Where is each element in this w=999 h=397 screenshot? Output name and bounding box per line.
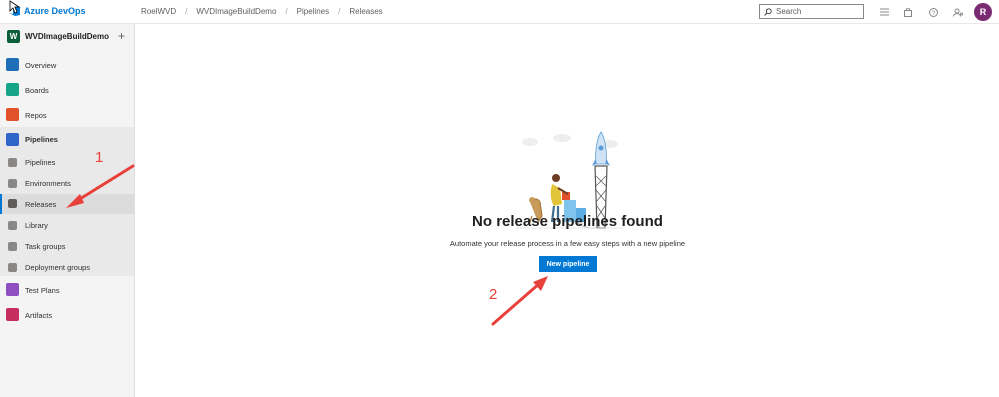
artifacts-icon [6,308,19,321]
selected-indicator [0,194,2,214]
sidebar-subitem-pipelines[interactable]: Pipelines [0,154,134,171]
project-header[interactable]: W WVDImageBuildDemo + [0,24,134,50]
breadcrumb-project[interactable]: WVDImageBuildDemo [196,7,276,16]
sidebar-item-overview[interactable]: Overview [0,56,134,74]
sidebar-item-label: Repos [25,110,47,120]
test-plans-icon [6,283,19,296]
pipelines-icon [6,133,19,146]
list-icon[interactable] [877,5,891,19]
sidebar-item-label: Overview [25,60,57,70]
breadcrumb-pipelines[interactable]: Pipelines [297,7,329,16]
deployment-groups-icon [8,263,17,272]
avatar[interactable]: R [974,3,992,21]
sidebar-item-pipelines[interactable]: Pipelines [0,130,134,149]
search-input[interactable] [776,7,856,16]
user-settings-icon[interactable] [951,5,965,19]
project-name: WVDImageBuildDemo [25,32,110,41]
top-bar: Azure DevOps RoelWVD / WVDImageBuildDemo… [0,0,999,24]
releases-icon [8,199,17,208]
overview-icon [6,58,19,71]
annotation-label-1: 1 [95,149,104,166]
sidebar-subitem-releases[interactable]: Releases [0,194,134,214]
breadcrumb-releases[interactable]: Releases [349,7,382,16]
sidebar-item-label: Test Plans [25,285,60,295]
main-content: No release pipelines found Automate your… [136,24,999,397]
sidebar-subitem-deployment-groups[interactable]: Deployment groups [0,259,134,276]
environments-icon [8,179,17,188]
sidebar-item-label: Releases [25,199,57,209]
help-icon[interactable]: ? [926,5,940,19]
breadcrumb: RoelWVD / WVDImageBuildDemo / Pipelines … [141,7,383,16]
empty-state-description: Automate your release process in a few e… [449,239,686,248]
mouse-cursor-icon [9,0,21,14]
sidebar-item-label: Library [25,221,48,230]
sidebar: W WVDImageBuildDemo + Overview Boards Re… [0,24,135,397]
sidebar-item-label: Boards [25,85,49,95]
sidebar-item-test-plans[interactable]: Test Plans [0,281,134,299]
sidebar-item-label: Pipelines [25,158,56,167]
shopping-bag-icon[interactable] [901,5,915,19]
sidebar-subitem-library[interactable]: Library [0,217,134,234]
project-badge: W [7,30,20,43]
annotation-label-2: 2 [489,286,498,303]
pipelines-sub-icon [8,158,17,167]
empty-state-title: No release pipelines found [472,213,663,230]
repos-icon [6,108,19,121]
boards-icon [6,83,19,96]
sidebar-item-label: Artifacts [25,310,53,320]
breadcrumb-separator: / [338,7,341,16]
sidebar-item-boards[interactable]: Boards [0,81,134,99]
sidebar-subitem-environments[interactable]: Environments [0,175,134,192]
breadcrumb-separator: / [285,7,288,16]
sidebar-item-artifacts[interactable]: Artifacts [0,306,134,324]
task-groups-icon [8,242,17,251]
sidebar-item-label: Environments [25,179,71,188]
new-pipeline-button[interactable]: New pipeline [539,256,597,272]
sidebar-item-label: Task groups [25,242,66,251]
breadcrumb-separator: / [185,7,188,16]
breadcrumb-org[interactable]: RoelWVD [141,7,176,16]
sidebar-subitem-task-groups[interactable]: Task groups [0,238,134,255]
library-icon [8,221,17,230]
search-box[interactable] [759,4,864,19]
sidebar-item-label: Pipelines [25,135,58,144]
add-icon[interactable]: + [118,29,125,43]
sidebar-item-label: Deployment groups [25,263,91,272]
search-icon [764,7,772,16]
brand-name: Azure DevOps [24,6,86,16]
sidebar-item-repos[interactable]: Repos [0,106,134,124]
